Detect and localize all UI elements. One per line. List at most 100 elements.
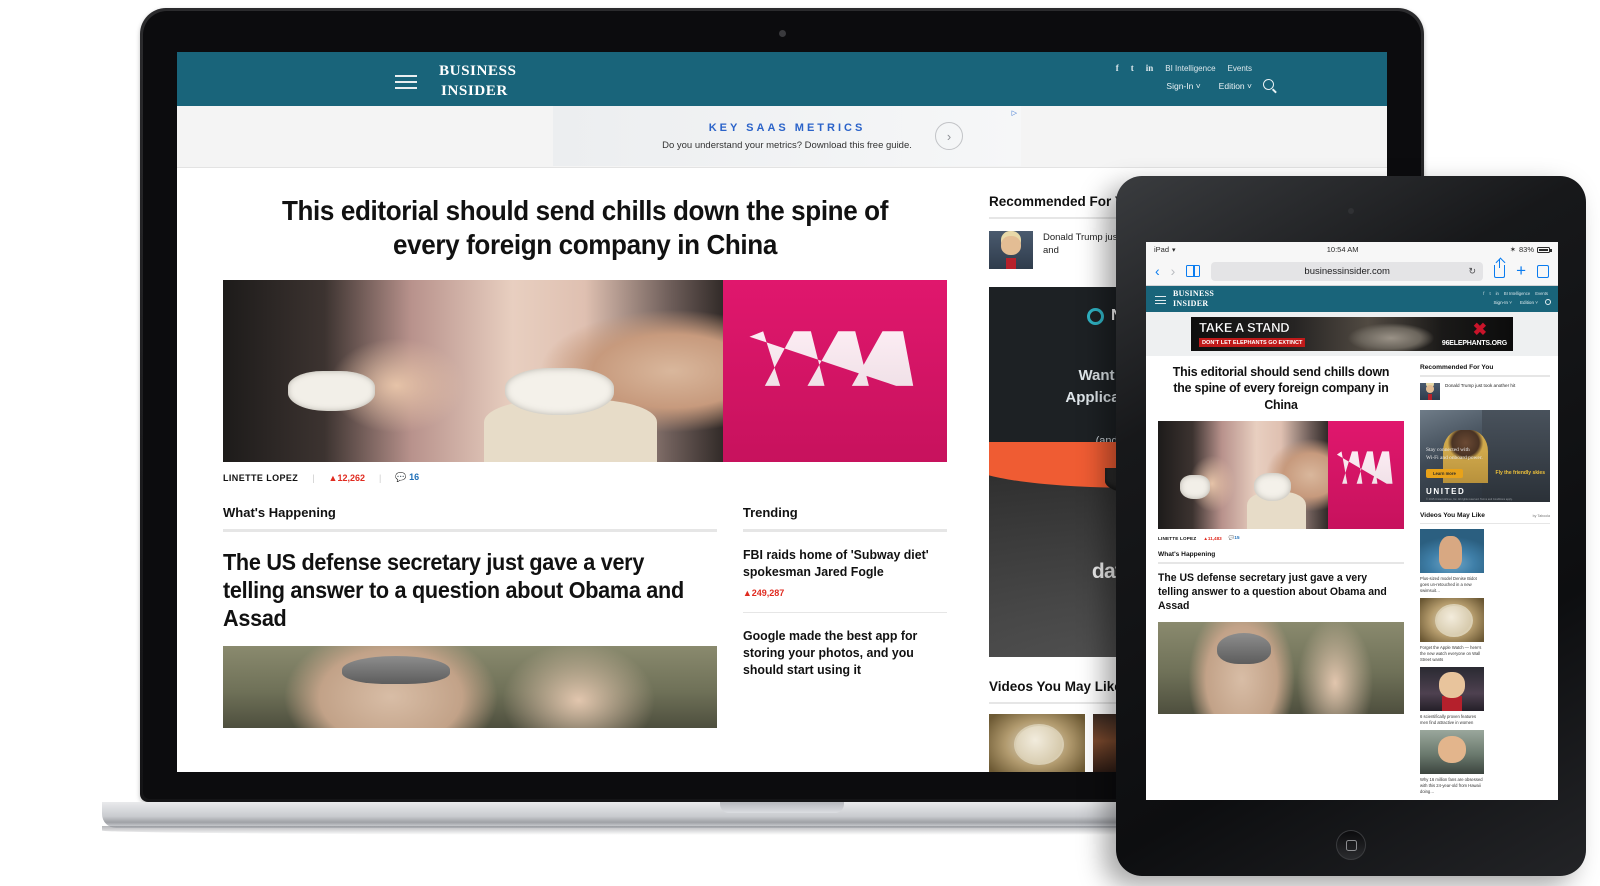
video-item[interactable]: 6 scientifically proven features men fin… [1420, 666, 1484, 726]
tabs-icon[interactable] [1537, 264, 1549, 278]
laptop-base-notch [720, 802, 844, 813]
decorative-shape [288, 371, 376, 412]
article-headline[interactable]: This editorial should send chills down t… [248, 194, 921, 262]
newrelic-ring-icon [1086, 307, 1104, 325]
videos-attribution: by Taboola [1532, 513, 1550, 518]
whats-happening-image[interactable] [223, 646, 717, 729]
video-caption: Why 16 million fans are obsessed with th… [1420, 776, 1483, 794]
author-name[interactable]: LINETTE LOPEZ [1158, 536, 1196, 541]
trending-item-title: FBI raids home of 'Subway diet' spokesma… [742, 547, 929, 580]
comments-number: 16 [409, 472, 420, 483]
bookmarks-icon[interactable] [1186, 265, 1201, 277]
facebook-icon[interactable]: f [1483, 291, 1484, 296]
leaderboard-ad-bar: KEY SAAS METRICS Do you understand your … [177, 106, 1387, 168]
whats-happening-image[interactable] [1158, 621, 1404, 714]
signin-dropdown[interactable]: Sign-In ˅ [1166, 81, 1200, 91]
bluetooth-icon: ✶ [1509, 245, 1516, 254]
logo-line-2: INSIDER [441, 82, 508, 99]
united-ad-line2: Wi-Fi and onboard power. [1426, 455, 1483, 462]
laptop-camera-icon [778, 30, 786, 37]
hamburger-menu-icon[interactable] [395, 71, 417, 93]
site-logo[interactable]: BUSINESS INSIDER [439, 60, 516, 100]
united-tagline: Fly the friendly skies [1495, 469, 1545, 476]
videos-title-text: Videos You May Like [1420, 511, 1485, 519]
tablet-ad-wrap: TAKE A STAND DON'T LET ELEPHANTS GO EXTI… [1146, 312, 1558, 356]
linkedin-icon[interactable]: in [1496, 291, 1499, 296]
nav-link-bi-intelligence[interactable]: BI Intelligence [1165, 64, 1215, 73]
whats-happening-headline[interactable]: The US defense secretary just gave a ver… [223, 548, 687, 632]
whats-happening-headline[interactable]: The US defense secretary just gave a ver… [1158, 572, 1392, 614]
elephant-image [1345, 321, 1436, 351]
comments-number: 15 [1234, 535, 1240, 541]
ipad-camera-icon [1348, 208, 1354, 214]
whats-happening-section: What's Happening The US defense secretar… [223, 505, 717, 729]
video-caption: 6 scientifically proven features men fin… [1420, 713, 1477, 725]
logo-line-1: BUSINESS [1173, 289, 1215, 298]
back-button[interactable]: ‹ [1155, 263, 1160, 279]
edition-dropdown[interactable]: Edition ˅ [1219, 81, 1252, 91]
device-name: iPad [1154, 245, 1170, 254]
section-divider [223, 529, 717, 533]
signin-dropdown[interactable]: Sign-In ˅ [1493, 300, 1512, 305]
nav-link-events[interactable]: Events [1228, 64, 1252, 73]
tablet-header-nav-top: f t in BI Intelligence Events [1483, 291, 1548, 296]
reload-icon[interactable]: ↻ [1469, 266, 1477, 277]
ad-url: 96ELEPHANTS.ORG [1441, 340, 1507, 347]
adchoices-icon[interactable]: ▷ [1012, 109, 1017, 117]
view-count: ▲12,262 [329, 473, 365, 483]
video-thumbnail[interactable] [989, 714, 1085, 772]
ios-status-bar: iPad ▾ 10:54 AM ✶ 83% [1146, 242, 1558, 257]
share-icon[interactable] [1494, 258, 1506, 278]
views-number: 12,262 [337, 472, 365, 483]
comment-count[interactable]: 💬 16 [395, 472, 419, 483]
author-name[interactable]: LINETTE LOPEZ [223, 473, 298, 483]
site-logo[interactable]: BUSINESS INSIDER [1173, 289, 1214, 309]
ad-line-1: TAKE A STAND [1199, 320, 1290, 335]
battery-percent: 83% [1518, 245, 1534, 254]
elephants-banner-ad[interactable]: TAKE A STAND DON'T LET ELEPHANTS GO EXTI… [1191, 317, 1513, 351]
ad-subtitle: Do you understand your metrics? Download… [662, 139, 912, 151]
video-item[interactable]: Plus-sized model Denise Bidot goes un-re… [1420, 529, 1484, 594]
ipad-home-button[interactable] [1336, 830, 1366, 860]
section-divider [1420, 375, 1550, 377]
edition-dropdown[interactable]: Edition ˅ [1520, 300, 1538, 305]
nav-link-events[interactable]: Events [1535, 291, 1548, 296]
linkedin-icon[interactable]: in [1146, 63, 1154, 73]
facebook-icon[interactable]: f [1116, 63, 1119, 73]
tablet-site-body: This editorial should send chills down t… [1146, 356, 1558, 800]
new-tab-button[interactable]: + [1516, 262, 1526, 279]
article-headline[interactable]: This editorial should send chills down t… [1164, 364, 1398, 413]
article-hero-image[interactable] [223, 280, 947, 463]
video-thumbnail [1420, 666, 1484, 711]
search-icon[interactable] [1545, 299, 1551, 305]
trending-item-views: ▲249,287 [743, 588, 947, 598]
recommended-thumbnail [989, 231, 1033, 269]
twitter-icon[interactable]: t [1131, 63, 1134, 73]
section-title-videos: Videos You May Like by Taboola [1420, 512, 1550, 519]
section-divider [1158, 562, 1404, 565]
trending-item[interactable]: Google made the best app for storing you… [742, 611, 947, 678]
comment-bubble-icon: 💬 [395, 472, 407, 483]
video-item[interactable]: Forget the Apple Watch — here's the new … [1420, 597, 1484, 663]
video-item[interactable]: Why 16 million fans are obsessed with th… [1420, 729, 1484, 795]
united-airlines-ad[interactable]: Stay connected with Wi-Fi and onboard po… [1420, 409, 1550, 502]
ad-next-arrow-icon[interactable]: › [935, 122, 963, 150]
comment-count[interactable]: 💬15 [1229, 535, 1240, 541]
united-learn-more-button[interactable]: Learn more [1426, 468, 1463, 478]
ad-close-icon[interactable]: ✖ [1473, 321, 1487, 338]
forward-button[interactable]: › [1171, 263, 1176, 279]
trending-section: Trending FBI raids home of 'Subway diet'… [742, 505, 947, 728]
hamburger-menu-icon[interactable] [1155, 294, 1166, 307]
recommended-item[interactable]: Donald Trump just took another hit [1420, 382, 1550, 400]
url-bar[interactable]: businessinsider.com ↻ [1211, 261, 1484, 281]
nav-link-bi-intelligence[interactable]: BI Intelligence [1504, 291, 1530, 296]
search-icon[interactable] [1263, 79, 1274, 90]
united-brand: UNITED [1426, 486, 1466, 496]
section-divider [1420, 522, 1550, 524]
leaderboard-ad[interactable]: KEY SAAS METRICS Do you understand your … [553, 106, 1021, 166]
trending-item[interactable]: FBI raids home of 'Subway diet' spokesma… [743, 532, 947, 597]
article-hero-image[interactable] [1158, 421, 1404, 530]
twitter-icon[interactable]: t [1489, 291, 1490, 296]
views-number: 11,483 [1207, 535, 1222, 541]
section-title-whats-happening: What's Happening [1158, 551, 1216, 559]
